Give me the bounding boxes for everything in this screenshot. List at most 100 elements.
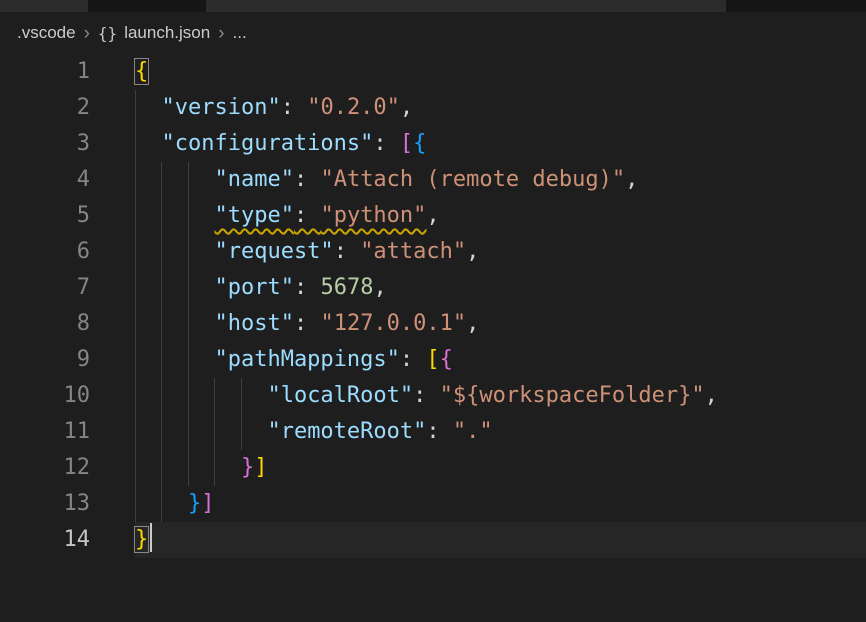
line-number[interactable]: 2 [0,90,90,126]
tab-strip-segment-4[interactable] [726,0,866,12]
code-line[interactable]: }] [135,450,866,486]
indent-guide [214,450,215,486]
line-number[interactable]: 1 [0,54,90,90]
code-line[interactable]: "type": "python", [135,198,866,234]
code-line[interactable]: } [135,522,866,558]
code-token-punc: : [294,311,321,336]
code-token-b1: ] [254,455,267,480]
indent-guide [135,306,136,342]
indent-guide [188,234,189,270]
code-token-key: "pathMappings" [214,347,399,372]
line-number[interactable]: 6 [0,234,90,270]
code-line[interactable]: }] [135,486,866,522]
indent-guide [188,378,189,414]
line-number[interactable]: 5 [0,198,90,234]
code-token-str: "0.2.0" [307,95,400,120]
code-token-b1: [ [426,347,439,372]
indent-guide [161,342,162,378]
editor-row: 7 "port": 5678, [0,270,866,306]
breadcrumb: .vscode›{}launch.json›... [0,12,866,54]
editor-rows: 1{2"version": "0.2.0",3"configurations":… [0,54,866,558]
code-line[interactable]: "version": "0.2.0", [135,90,866,126]
indent-guide [161,486,162,522]
indent-guide [135,234,136,270]
indent-guide [135,270,136,306]
indent-guide [188,270,189,306]
indent-guide [161,378,162,414]
indent-guide [188,414,189,450]
code-token-punc: , [705,383,718,408]
code-token-b2: { [440,347,453,372]
code-token-b2: ] [201,491,214,516]
indent-guide [135,450,136,486]
code-line[interactable]: { [135,54,866,90]
line-number[interactable]: 10 [0,378,90,414]
line-number[interactable]: 13 [0,486,90,522]
indent-guide [135,486,136,522]
tab-strip-segment-2[interactable] [88,0,206,12]
line-number[interactable]: 11 [0,414,90,450]
code-line[interactable]: "pathMappings": [{ [135,342,866,378]
warning-squiggle: "type": "python" [214,203,426,228]
code-token-punc: , [466,239,479,264]
breadcrumb-item-2[interactable]: launch.json [124,23,210,43]
chevron-right-icon: › [218,24,224,43]
indent-guide [241,414,242,450]
line-number[interactable]: 14 [0,522,90,558]
indent-guide [135,198,136,234]
line-number[interactable]: 12 [0,450,90,486]
code-token-str: "attach" [360,239,466,264]
code-token-punc: : [426,419,453,444]
indent-guide [135,162,136,198]
indent-guide [214,378,215,414]
indent-guide [214,414,215,450]
code-line[interactable]: "localRoot": "${workspaceFolder}", [135,378,866,414]
line-number[interactable]: 7 [0,270,90,306]
indent-guide [161,414,162,450]
indent-guide [161,234,162,270]
tab-strip-segment-3[interactable] [206,0,726,12]
json-file-icon: {} [98,24,117,43]
tab-strip-segment-1[interactable] [0,0,88,12]
code-token-num: 5678 [320,275,373,300]
editor-row: 14} [0,522,866,558]
code-token-str: "." [453,419,493,444]
code-token-key: "configurations" [161,131,373,156]
code-token-b2: } [241,455,254,480]
code-line[interactable]: "request": "attach", [135,234,866,270]
indent-guide [161,270,162,306]
indent-guide [188,342,189,378]
code-line[interactable]: "configurations": [{ [135,126,866,162]
code-token-punc: , [466,311,479,336]
line-number[interactable]: 3 [0,126,90,162]
code-token-key: "port" [214,275,293,300]
code-token-punc: , [426,203,439,228]
code-line[interactable]: "name": "Attach (remote debug)", [135,162,866,198]
indent-guide [161,198,162,234]
editor-row: 9 "pathMappings": [{ [0,342,866,378]
code-line[interactable]: "remoteRoot": "." [135,414,866,450]
editor-row: 1{ [0,54,866,90]
code-token-key: "request" [214,239,333,264]
code-token-punc: : [373,131,400,156]
editor-row: 2 "version": "0.2.0", [0,90,866,126]
code-token-punc: : [400,347,427,372]
indent-guide [161,306,162,342]
line-number[interactable]: 9 [0,342,90,378]
code-token-str: "python" [320,203,426,228]
line-number[interactable]: 4 [0,162,90,198]
line-number[interactable]: 8 [0,306,90,342]
code-token-str: "127.0.0.1" [320,311,466,336]
editor-row: 13}] [0,486,866,522]
editor-row: 10 "localRoot": "${workspaceFolder}", [0,378,866,414]
indent-guide [135,90,136,126]
code-line[interactable]: "port": 5678, [135,270,866,306]
code-token-b1: } [135,527,148,552]
code-line[interactable]: "host": "127.0.0.1", [135,306,866,342]
editor-row: 6 "request": "attach", [0,234,866,270]
breadcrumb-item-3[interactable]: ... [233,23,247,43]
indent-guide [161,450,162,486]
code-token-punc: , [625,167,638,192]
breadcrumb-item-1[interactable]: .vscode [17,23,76,43]
editor-row: 5 "type": "python", [0,198,866,234]
